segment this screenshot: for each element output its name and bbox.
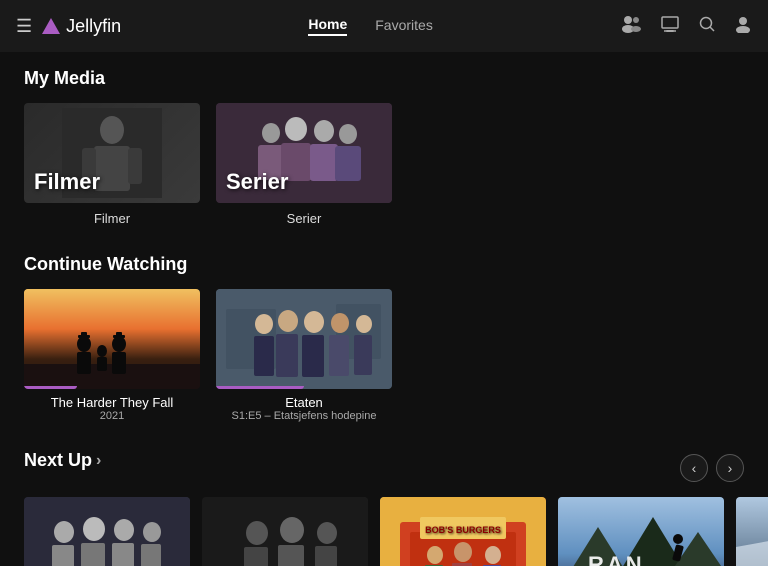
my-media-section: My Media <box>24 68 744 226</box>
media-grid: Filmer Filmer <box>24 103 744 226</box>
serier-card-image: Serier <box>216 103 392 203</box>
next-up-section: Next Up › ‹ › <box>24 450 744 566</box>
next-bg-4-ran: RAN <box>558 497 724 566</box>
main-nav: Home Favorites <box>308 16 432 36</box>
filmer-card-image: Filmer <box>24 103 200 203</box>
next-card-2-image <box>202 497 368 566</box>
next-card-3[interactable]: BOB'S BURGERS <box>380 497 546 566</box>
continue-card-etaten[interactable]: Etaten S1:E5 – Etatsjefens hodepine <box>216 289 392 422</box>
next-card-4[interactable]: RAN <box>558 497 724 566</box>
harder-subtitle: 2021 <box>24 410 200 422</box>
next-bg-1 <box>24 497 190 566</box>
next-card-5-image <box>736 497 768 566</box>
next-up-header: Next Up › ‹ › <box>24 450 744 485</box>
header-right <box>620 15 752 38</box>
media-card-filmer[interactable]: Filmer Filmer <box>24 103 200 226</box>
harder-progress <box>24 386 77 389</box>
continue-watching-title: Continue Watching <box>24 254 744 275</box>
next-bg-5 <box>736 497 768 566</box>
media-card-serier[interactable]: Serier Serier <box>216 103 392 226</box>
continue-grid: The Harder They Fall 2021 <box>24 289 744 422</box>
user-icon[interactable] <box>734 15 752 38</box>
svg-text:BOB'S BURGERS: BOB'S BURGERS <box>425 525 501 535</box>
etaten-title: Etaten <box>216 395 392 410</box>
filmer-bg: Filmer <box>24 103 200 203</box>
etaten-subtitle: S1:E5 – Etatsjefens hodepine <box>216 410 392 422</box>
cast-icon[interactable] <box>660 15 680 38</box>
next-card-2[interactable] <box>202 497 368 566</box>
prev-arrow-button[interactable]: ‹ <box>680 454 708 482</box>
logo[interactable]: Jellyfin <box>42 16 121 37</box>
next-up-title: Next Up › <box>24 450 101 471</box>
etaten-card-image <box>216 289 392 389</box>
serier-bg: Serier <box>216 103 392 203</box>
nav-favorites[interactable]: Favorites <box>375 17 433 35</box>
next-bg-3-bobs: BOB'S BURGERS <box>380 497 546 566</box>
continue-watching-section: Continue Watching <box>24 254 744 422</box>
next-card-4-image: RAN <box>558 497 724 566</box>
next-up-grid: BOB'S BURGERS <box>24 497 744 566</box>
nav-arrows: ‹ › <box>680 454 744 482</box>
search-icon[interactable] <box>698 15 716 38</box>
header: ☰ Jellyfin Home Favorites <box>0 0 768 52</box>
next-card-3-image: BOB'S BURGERS <box>380 497 546 566</box>
filmer-name: Filmer <box>94 211 130 226</box>
next-card-5[interactable] <box>736 497 768 566</box>
svg-text:RAN: RAN <box>588 552 645 566</box>
main-content: My Media <box>0 52 768 566</box>
harder-bg <box>24 289 200 389</box>
nav-home[interactable]: Home <box>308 16 347 36</box>
my-media-title: My Media <box>24 68 744 89</box>
serier-label: Serier <box>226 169 288 195</box>
continue-card-harder[interactable]: The Harder They Fall 2021 <box>24 289 200 422</box>
filmer-label: Filmer <box>34 169 100 195</box>
serier-name: Serier <box>287 211 322 226</box>
next-bg-2 <box>202 497 368 566</box>
harder-title: The Harder They Fall <box>24 395 200 410</box>
logo-triangle-icon <box>42 18 60 34</box>
next-card-1[interactable] <box>24 497 190 566</box>
app-name: Jellyfin <box>66 16 121 37</box>
etaten-bg <box>216 289 392 389</box>
header-left: ☰ Jellyfin <box>16 16 121 37</box>
people-icon[interactable] <box>620 15 642 38</box>
hamburger-icon[interactable]: ☰ <box>16 16 32 37</box>
etaten-progress <box>216 386 304 389</box>
next-arrow-button[interactable]: › <box>716 454 744 482</box>
next-card-1-image <box>24 497 190 566</box>
harder-card-image <box>24 289 200 389</box>
next-up-arrow-icon[interactable]: › <box>96 452 101 470</box>
